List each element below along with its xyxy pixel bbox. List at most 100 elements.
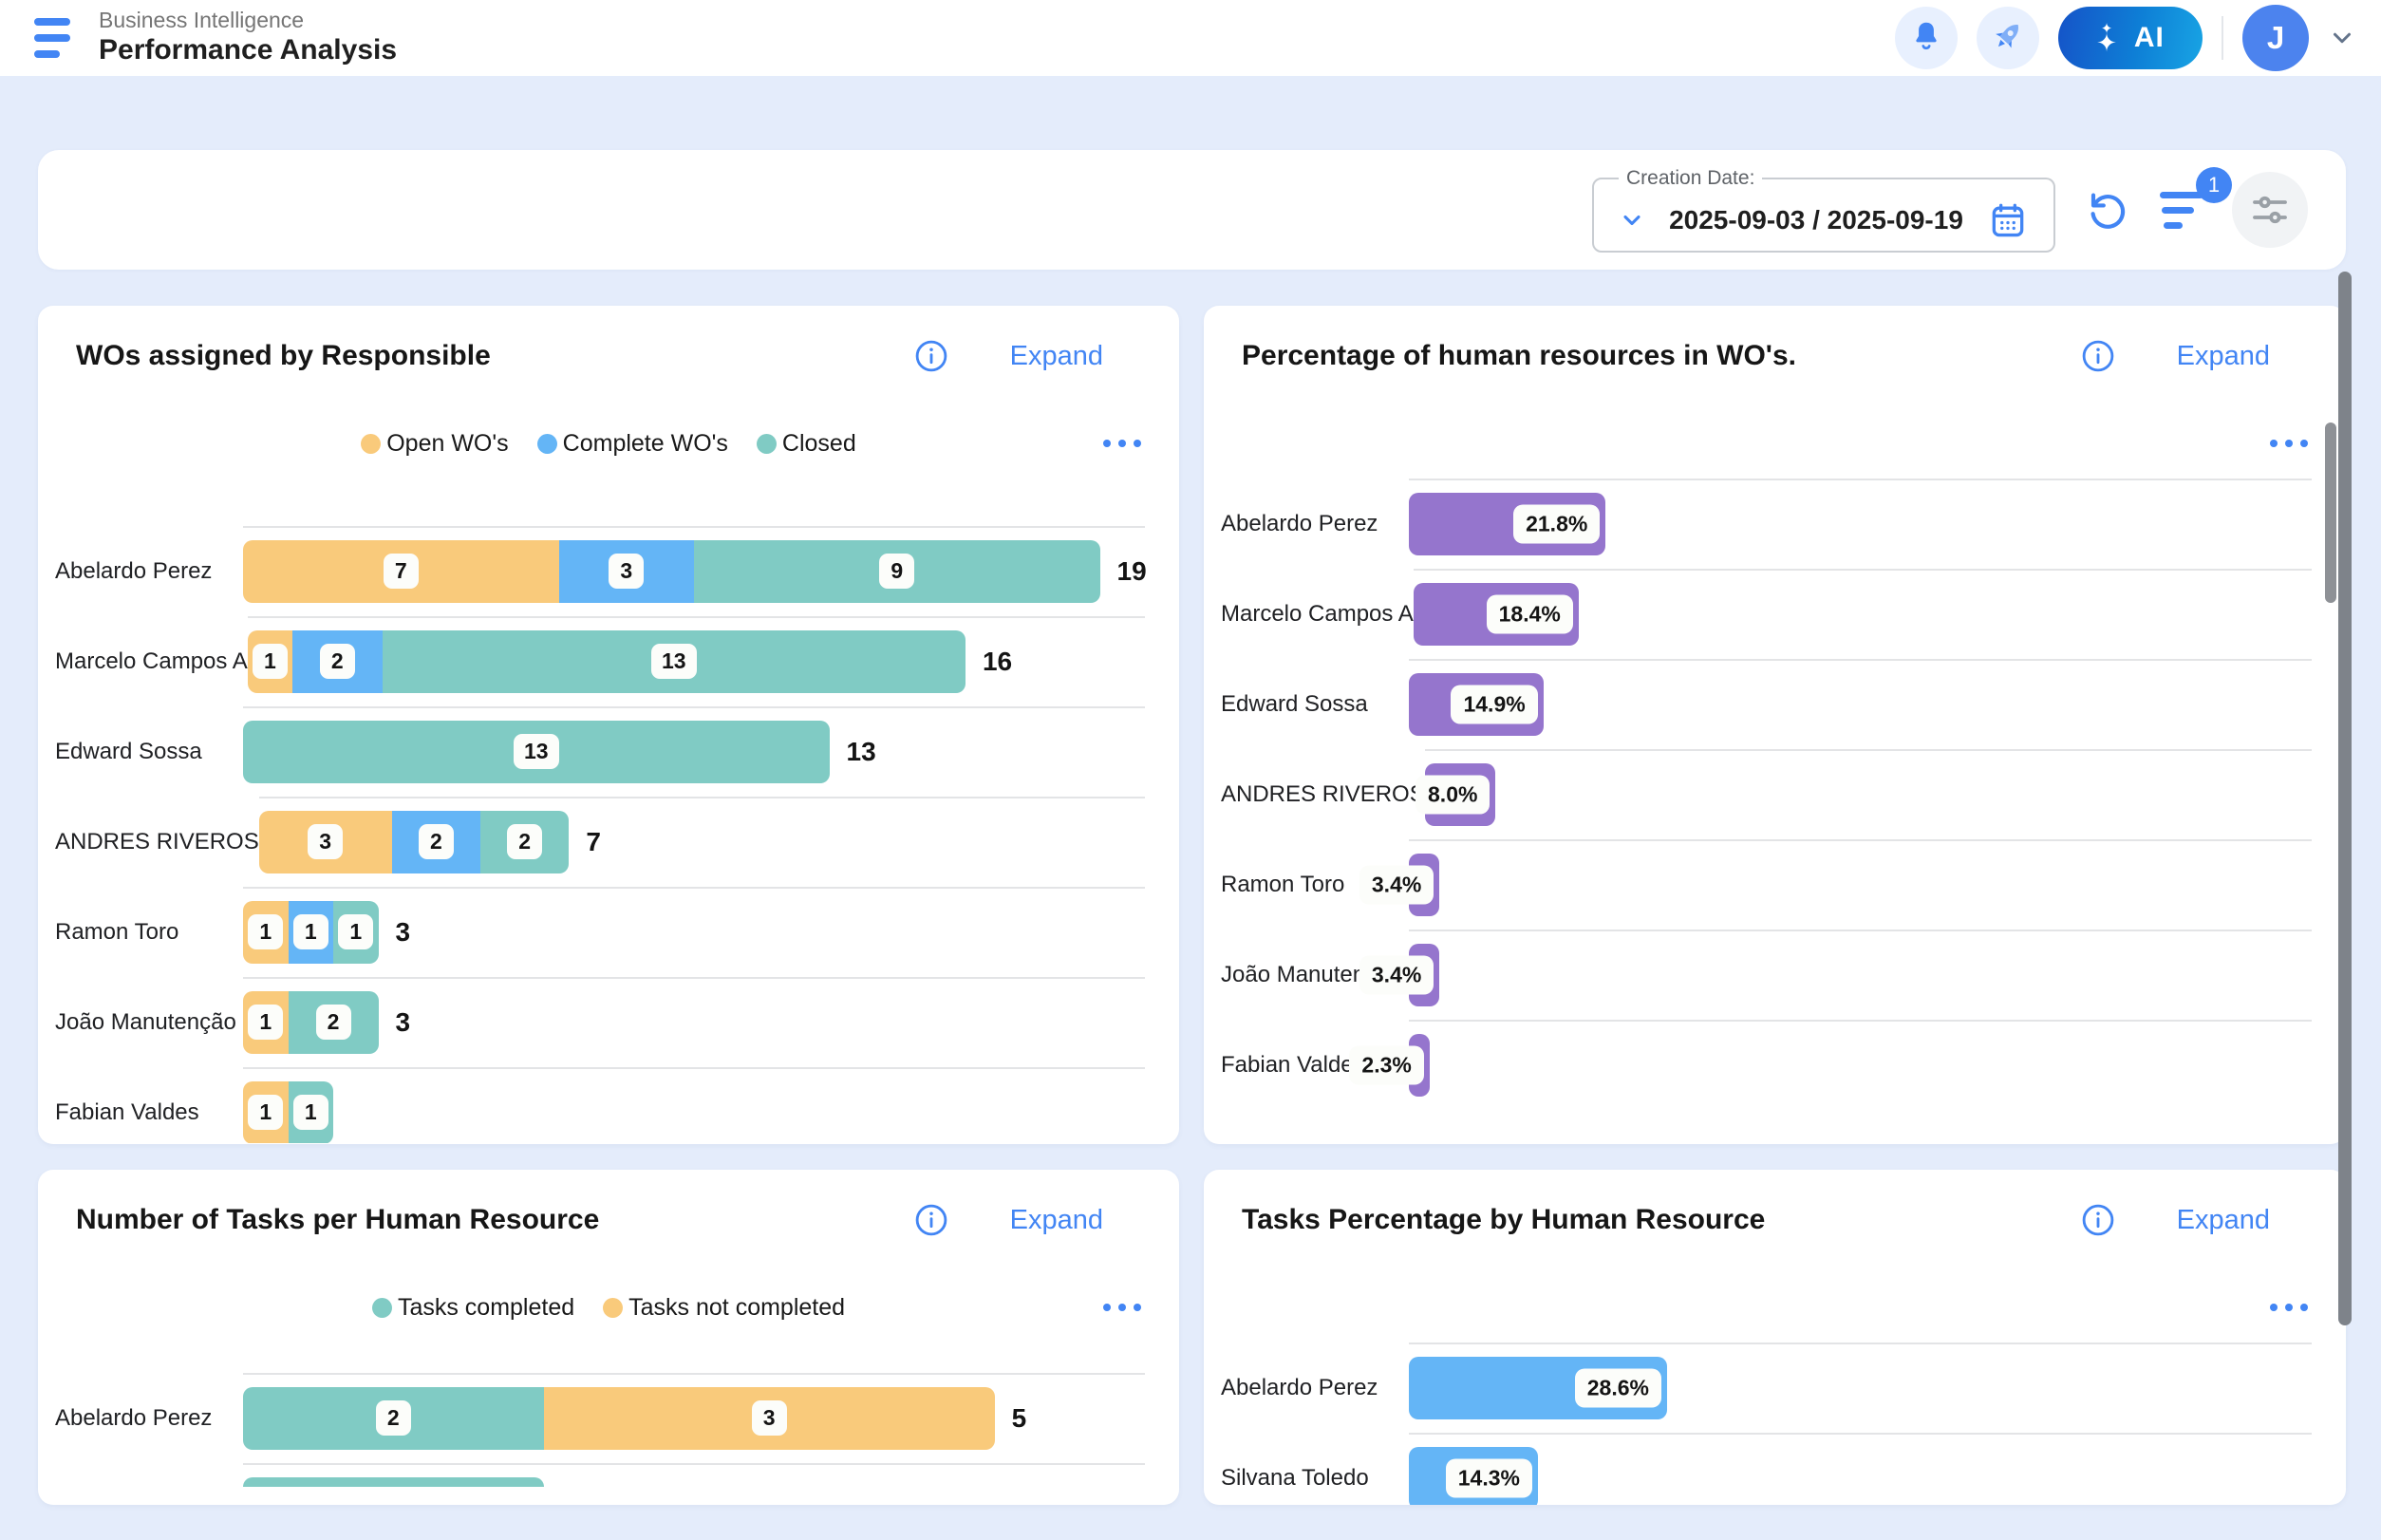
percent-bar[interactable]: 8.0% <box>1425 763 1496 826</box>
segment-value: 1 <box>253 644 288 679</box>
bar-segment-closed[interactable]: 13 <box>243 721 830 783</box>
stacked-bar[interactable]: 12 <box>243 991 379 1054</box>
segment-value: 1 <box>248 1005 283 1040</box>
bar-segment-complete-wo-s[interactable]: 2 <box>392 811 480 873</box>
info-icon[interactable] <box>2080 338 2116 374</box>
bar-area: 3.4% <box>1409 930 2312 1020</box>
bar-segment-tasks-not-completed[interactable]: 3 <box>544 1387 995 1450</box>
percent-bar[interactable]: 14.9% <box>1409 673 1544 736</box>
profile-chevron-down-icon[interactable] <box>2328 24 2356 52</box>
segment-value: 1 <box>293 1095 328 1130</box>
row-label: Silvana Toledo <box>38 1463 243 1487</box>
reset-filters-button[interactable] <box>2084 186 2131 234</box>
chart-row-jo-o-manuten-o: João Manutenção123 <box>38 977 1179 1067</box>
stacked-bar[interactable]: 1213 <box>248 630 966 693</box>
notifications-button[interactable] <box>1895 7 1958 69</box>
percent-bar[interactable]: 18.4% <box>1414 583 1579 646</box>
title-block: Business Intelligence Performance Analys… <box>99 8 397 68</box>
legend-item-tasks-completed[interactable]: Tasks completed <box>372 1294 574 1322</box>
bar-area: 123 <box>243 977 1145 1067</box>
bar-segment-open-wo-s[interactable]: 7 <box>243 540 559 603</box>
bar-segment-closed[interactable]: 2 <box>480 811 569 873</box>
stacked-bar[interactable]: 13 <box>243 721 830 783</box>
legend-item-tasks-not-completed[interactable]: Tasks not completed <box>603 1294 845 1322</box>
date-range-value[interactable]: 2025-09-03 / 2025-09-19 <box>1669 205 1963 235</box>
percent-value: 8.0% <box>1415 775 1490 814</box>
percent-bar[interactable]: 3.4% <box>1409 854 1439 916</box>
more-menu-icon[interactable] <box>1097 1298 1147 1317</box>
stacked-bar[interactable]: 739 <box>243 540 1100 603</box>
bar-segment-tasks-completed[interactable]: 2 <box>243 1477 544 1488</box>
percent-bar[interactable]: 2.3% <box>1409 1034 1430 1097</box>
more-menu-icon[interactable] <box>1097 434 1147 453</box>
bell-icon <box>1908 18 1944 59</box>
card-scrollbar-thumb[interactable] <box>2325 423 2336 603</box>
expand-button[interactable]: Expand <box>2177 341 2270 372</box>
calendar-icon[interactable] <box>1987 199 2029 241</box>
row-total: 3 <box>396 1007 411 1038</box>
stacked-bar[interactable]: 322 <box>259 811 570 873</box>
info-icon[interactable] <box>2080 1202 2116 1238</box>
more-menu-icon[interactable] <box>2264 1298 2314 1317</box>
bar-segment-complete-wo-s[interactable]: 3 <box>559 540 695 603</box>
rocket-icon <box>1989 17 2027 60</box>
bar-segment-closed[interactable]: 1 <box>289 1081 334 1144</box>
bar-segment-open-wo-s[interactable]: 1 <box>243 991 289 1054</box>
bar-segment-complete-wo-s[interactable]: 2 <box>292 630 383 693</box>
bar-segment-open-wo-s[interactable]: 1 <box>243 1081 289 1144</box>
stacked-bar[interactable]: 11 <box>243 1081 333 1144</box>
bar-area: 739 19 <box>243 526 1145 616</box>
row-total: 19 <box>1117 556 1147 587</box>
bar-area: 21.8% <box>1409 479 2312 569</box>
chart-row-abelardo-perez: Abelardo Perez235 <box>38 1373 1179 1463</box>
chart-row-ramon-toro: Ramon Toro1113 <box>38 887 1179 977</box>
hamburger-menu-icon[interactable] <box>34 16 78 60</box>
stacked-bar[interactable]: 111 <box>243 901 379 964</box>
percent-bar[interactable]: 3.4% <box>1409 944 1439 1006</box>
bar-segment-open-wo-s[interactable]: 3 <box>259 811 392 873</box>
filter-controls: Creation Date: 2025-09-03 / 2025-09-19 1 <box>1592 150 2308 270</box>
filters-button[interactable]: 1 <box>2160 192 2203 229</box>
info-icon[interactable] <box>913 338 949 374</box>
row-label: ANDRES RIVEROS <box>1204 749 1425 839</box>
legend-row <box>1204 425 2346 461</box>
legend-dot <box>537 434 557 454</box>
percent-bar[interactable]: 28.6% <box>1409 1357 1667 1419</box>
creation-date-field[interactable]: Creation Date: 2025-09-03 / 2025-09-19 <box>1592 167 2055 253</box>
legend-item-complete-wo-s[interactable]: Complete WO's <box>537 430 728 458</box>
launch-button[interactable] <box>1977 7 2039 69</box>
expand-button[interactable]: Expand <box>2177 1205 2270 1236</box>
bar-segment-closed[interactable]: 9 <box>694 540 1100 603</box>
user-avatar[interactable]: J <box>2242 5 2309 71</box>
filter-icon <box>2160 192 2203 229</box>
chart-rows: Abelardo Perez235Silvana Toledo2 2 <box>38 1373 1179 1487</box>
page-scrollbar-thumb[interactable] <box>2338 272 2352 1325</box>
bar-segment-closed[interactable]: 13 <box>383 630 966 693</box>
info-icon[interactable] <box>913 1202 949 1238</box>
date-chevron-down-icon[interactable] <box>1619 207 1645 234</box>
chart-legend: Open WO's Complete WO's Closed <box>361 430 856 458</box>
bar-segment-closed[interactable]: 2 <box>289 991 379 1054</box>
expand-button[interactable]: Expand <box>1010 341 1103 372</box>
more-menu-icon[interactable] <box>2264 434 2314 453</box>
stacked-bar[interactable]: 23 <box>243 1387 995 1450</box>
percent-bar[interactable]: 14.3% <box>1409 1447 1538 1506</box>
stacked-bar[interactable]: 2 <box>243 1477 544 1488</box>
legend-item-closed[interactable]: Closed <box>757 430 856 458</box>
legend-dot <box>757 434 777 454</box>
bar-segment-open-wo-s[interactable]: 1 <box>243 901 289 964</box>
bar-segment-open-wo-s[interactable]: 1 <box>248 630 292 693</box>
bar-area: 14.3% <box>1409 1433 2312 1505</box>
bar-segment-closed[interactable]: 1 <box>333 901 379 964</box>
bar-segment-tasks-completed[interactable]: 2 <box>243 1387 544 1450</box>
ai-assistant-button[interactable]: ✦✦ AI <box>2058 7 2203 69</box>
legend-item-open-wo-s[interactable]: Open WO's <box>361 430 508 458</box>
expand-button[interactable]: Expand <box>1010 1205 1103 1236</box>
settings-button[interactable] <box>2232 172 2308 248</box>
bar-segment-complete-wo-s[interactable]: 1 <box>289 901 334 964</box>
segment-value: 2 <box>419 824 454 859</box>
card-header: Tasks Percentage by Human Resource Expan… <box>1204 1170 2346 1238</box>
row-label: João Manutenção <box>38 977 243 1067</box>
percent-bar[interactable]: 21.8% <box>1409 493 1605 555</box>
chart-rows: Abelardo Perez73919Marcelo Campos A12131… <box>38 526 1179 1143</box>
